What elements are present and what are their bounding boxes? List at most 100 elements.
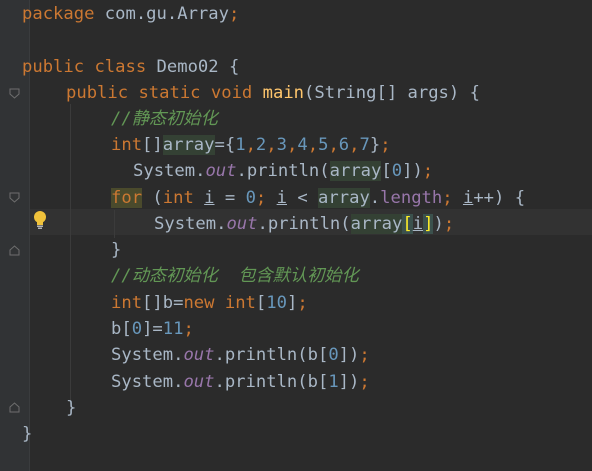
- variable-i: i: [462, 188, 474, 208]
- keyword: public: [66, 83, 129, 103]
- semicolon: ;: [442, 188, 453, 208]
- token: .println(b[: [214, 345, 329, 365]
- keyword: public: [22, 57, 85, 77]
- token: System.: [133, 161, 206, 181]
- package-name: com.gu.Array: [94, 4, 229, 24]
- number: 5: [318, 135, 329, 155]
- token: []: [142, 135, 163, 155]
- number: 4: [297, 135, 308, 155]
- code-line-17: }: [22, 424, 33, 444]
- number: 10: [266, 293, 287, 313]
- code-line-9: System.out.println(array[i]);: [154, 211, 454, 237]
- token: ++) {: [473, 188, 526, 208]
- lightbulb-icon[interactable]: [32, 210, 48, 230]
- code-line-4: public static void main(String[] args) {: [66, 80, 480, 106]
- semicolon: ;: [359, 372, 370, 392]
- code-line-16: }: [66, 398, 77, 418]
- code-line-13: b[0]=11;: [111, 316, 194, 342]
- keyword: int: [111, 135, 143, 155]
- token: [: [381, 161, 392, 181]
- number: 0: [391, 161, 403, 181]
- indent-guide: [70, 104, 71, 404]
- code-line-1: package com.gu.Array;: [22, 1, 239, 27]
- keyword: package: [22, 4, 95, 24]
- semicolon: ;: [228, 4, 240, 24]
- keyword: int: [224, 293, 256, 313]
- field-out: out: [183, 345, 215, 365]
- token: ]): [402, 161, 423, 181]
- keyword: int: [162, 188, 194, 208]
- class-name: Demo02 {: [146, 57, 240, 77]
- number: 3: [276, 135, 287, 155]
- keyword-for: for: [111, 188, 143, 208]
- code-line-5-comment: //静态初始化: [111, 109, 218, 129]
- code-line-15: System.out.println(b[1]);: [111, 369, 370, 395]
- keyword: int: [111, 293, 143, 313]
- number: 2: [255, 135, 267, 155]
- keyword: new: [183, 293, 215, 313]
- method-params: (String[] args) {: [304, 83, 480, 103]
- number: 0: [131, 319, 143, 339]
- token: .println(b[: [214, 372, 329, 392]
- token: .println(: [257, 214, 351, 234]
- semicolon: ;: [183, 319, 194, 339]
- token: ]): [338, 372, 360, 392]
- token: }: [369, 135, 381, 155]
- field-out: out: [183, 372, 215, 392]
- fold-marker-icon[interactable]: [9, 192, 20, 203]
- semicolon: ;: [443, 214, 455, 234]
- field-length: length: [380, 188, 443, 208]
- token: [: [255, 293, 267, 313]
- semicolon: ;: [380, 135, 391, 155]
- variable-array: array: [162, 135, 215, 155]
- number: 1: [328, 372, 339, 392]
- variable-i: i: [412, 214, 424, 234]
- code-line-10: }: [111, 240, 122, 260]
- token: ]): [338, 345, 360, 365]
- token: .println(: [236, 161, 330, 181]
- token: (: [142, 188, 163, 208]
- token: <: [287, 188, 319, 208]
- token: System.: [111, 372, 184, 392]
- field-out: out: [205, 161, 237, 181]
- variable-array: array: [350, 214, 403, 234]
- variable-array: array: [318, 188, 370, 208]
- field-out: out: [226, 214, 258, 234]
- code-line-3: public class Demo02 {: [22, 54, 239, 80]
- code-editor[interactable]: package com.gu.Array; public class Demo0…: [0, 0, 592, 471]
- variable-i: i: [204, 188, 215, 208]
- fold-marker-icon[interactable]: [9, 88, 20, 99]
- fold-marker-icon[interactable]: [9, 402, 20, 413]
- token: ]=: [142, 319, 163, 339]
- number: 0: [245, 188, 256, 208]
- keyword: class: [84, 57, 147, 77]
- token: []b=: [142, 293, 184, 313]
- code-line-7: System.out.println(array[0]);: [133, 158, 433, 184]
- token: ]: [286, 293, 298, 313]
- indent-guide: [114, 210, 115, 238]
- method-name: main: [252, 83, 305, 103]
- code-line-12: int[]b=new int[10];: [111, 290, 308, 316]
- token: .: [369, 188, 381, 208]
- semicolon: ;: [255, 188, 267, 208]
- semicolon: ;: [359, 345, 370, 365]
- number: 6: [338, 135, 350, 155]
- number: 1: [235, 135, 246, 155]
- bracket-match: [: [402, 214, 413, 234]
- token: b[: [111, 319, 132, 339]
- code-line-11-comment: //动态初始化 包含默认初始化: [111, 266, 359, 286]
- fold-marker-icon[interactable]: [9, 245, 20, 256]
- number: 11: [162, 319, 184, 339]
- bracket-match: ]: [423, 214, 434, 234]
- code-line-6: int[]array={1,2,3,4,5,6,7};: [111, 135, 391, 155]
- semicolon: ;: [422, 161, 434, 181]
- token: ): [433, 214, 444, 234]
- keyword: void: [200, 83, 253, 103]
- code-line-8: for (int i = 0; i < array.length; i++) {: [111, 185, 525, 211]
- keyword: static: [128, 83, 201, 103]
- code-line-14: System.out.println(b[0]);: [111, 342, 370, 368]
- token: System.: [111, 345, 184, 365]
- variable-i: i: [276, 188, 287, 208]
- number: 7: [359, 135, 370, 155]
- variable-array: array: [329, 161, 382, 181]
